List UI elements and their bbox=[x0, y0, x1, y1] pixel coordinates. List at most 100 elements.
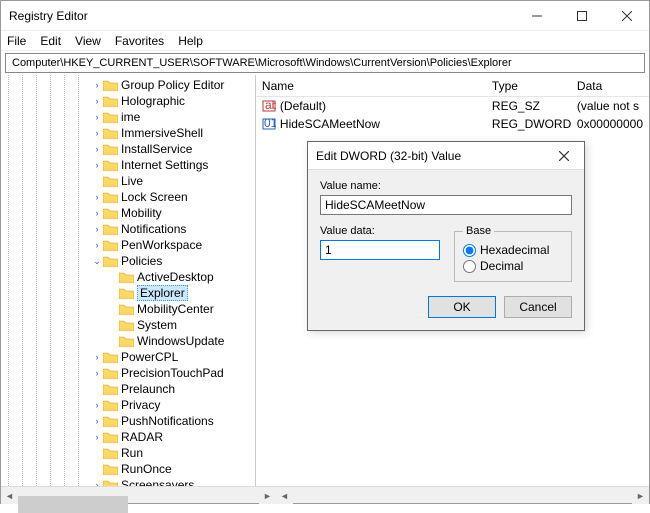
list-row[interactable]: ab(Default)REG_SZ(value not s bbox=[256, 97, 649, 115]
tree-item[interactable]: System bbox=[91, 317, 255, 333]
list-row[interactable]: 011HideSCAMeetNowREG_DWORD0x00000000 bbox=[256, 115, 649, 133]
menu-view[interactable]: View bbox=[75, 34, 101, 48]
menu-edit[interactable]: Edit bbox=[40, 34, 61, 48]
folder-icon bbox=[103, 223, 118, 235]
expand-icon[interactable]: › bbox=[91, 224, 103, 234]
radio-hex[interactable]: Hexadecimal bbox=[463, 243, 563, 257]
tree-item-label: PushNotifications bbox=[121, 414, 214, 428]
menu-help[interactable]: Help bbox=[178, 34, 203, 48]
base-legend: Base bbox=[463, 225, 494, 237]
tree-item-label: Notifications bbox=[121, 222, 186, 236]
tree-item[interactable]: RunOnce bbox=[91, 461, 255, 477]
maximize-button[interactable] bbox=[559, 1, 604, 31]
tree-item[interactable]: WindowsUpdate bbox=[91, 333, 255, 349]
folder-icon bbox=[103, 175, 118, 187]
tree-item[interactable]: › Mobility bbox=[91, 205, 255, 221]
tree-item[interactable]: › PowerCPL bbox=[91, 349, 255, 365]
dialog-title: Edit DWORD (32-bit) Value bbox=[316, 149, 552, 163]
radio-dec[interactable]: Decimal bbox=[463, 259, 563, 273]
folder-icon bbox=[103, 463, 118, 475]
expand-icon[interactable]: › bbox=[91, 144, 103, 154]
expand-icon[interactable]: › bbox=[91, 480, 103, 486]
tree-item[interactable]: › RADAR bbox=[91, 429, 255, 445]
menu-favorites[interactable]: Favorites bbox=[115, 34, 164, 48]
tree-item[interactable]: › Notifications bbox=[91, 221, 255, 237]
dialog-edit-dword: Edit DWORD (32-bit) Value Value name: Va… bbox=[307, 141, 585, 331]
ok-button[interactable]: OK bbox=[428, 296, 496, 318]
tree-item-label: Policies bbox=[121, 254, 162, 268]
tree-item-label: ime bbox=[121, 110, 140, 124]
expand-icon[interactable]: › bbox=[91, 352, 103, 362]
expand-icon[interactable]: › bbox=[91, 400, 103, 410]
tree-item[interactable]: ›Screensavers bbox=[91, 477, 255, 486]
tree-item-label: Lock Screen bbox=[121, 190, 188, 204]
tree-item[interactable]: › ime bbox=[91, 109, 255, 125]
tree-item-label: Run bbox=[121, 446, 143, 460]
expand-icon[interactable]: › bbox=[91, 96, 103, 106]
folder-icon bbox=[119, 303, 134, 315]
tree-item-label: Mobility bbox=[121, 206, 162, 220]
tree-item-label: PowerCPL bbox=[121, 350, 178, 364]
expand-icon[interactable]: › bbox=[91, 128, 103, 138]
col-data[interactable]: Data bbox=[571, 79, 649, 93]
tree-item[interactable]: › ImmersiveShell bbox=[91, 125, 255, 141]
expand-icon[interactable]: › bbox=[91, 416, 103, 426]
value-data-input[interactable] bbox=[320, 240, 440, 260]
tree-item[interactable]: ›Internet Settings bbox=[91, 157, 255, 173]
tree-item[interactable]: Explorer bbox=[91, 285, 255, 301]
folder-icon bbox=[103, 351, 118, 363]
tree-item-label: RADAR bbox=[121, 430, 163, 444]
scroll-right-button[interactable]: ► bbox=[259, 487, 276, 504]
tree-item[interactable]: ›Group Policy Editor bbox=[91, 77, 255, 93]
value-type: REG_SZ bbox=[486, 99, 571, 113]
expand-icon[interactable]: › bbox=[91, 80, 103, 90]
folder-icon bbox=[103, 383, 118, 395]
tree-item[interactable]: ⌄ Policies bbox=[91, 253, 255, 269]
scroll-left-button[interactable]: ◄ bbox=[276, 487, 293, 504]
folder-icon bbox=[119, 335, 134, 347]
expand-icon[interactable]: › bbox=[91, 240, 103, 250]
expand-icon[interactable]: › bbox=[91, 192, 103, 202]
tree-item[interactable]: › Lock Screen bbox=[91, 189, 255, 205]
tree-item[interactable]: Prelaunch bbox=[91, 381, 255, 397]
minimize-button[interactable] bbox=[514, 1, 559, 31]
dword-value-icon: 011 bbox=[262, 117, 276, 131]
expand-icon[interactable]: › bbox=[91, 432, 103, 442]
tree-item-label: Holographic bbox=[121, 94, 185, 108]
dialog-close-button[interactable] bbox=[552, 144, 576, 168]
scroll-right-button[interactable]: ► bbox=[632, 487, 649, 504]
expand-icon[interactable]: › bbox=[91, 160, 103, 170]
scroll-left-button[interactable]: ◄ bbox=[1, 487, 18, 504]
string-value-icon: ab bbox=[262, 99, 276, 113]
tree-item[interactable]: › Holographic bbox=[91, 93, 255, 109]
scroll-thumb[interactable] bbox=[18, 496, 128, 513]
cancel-button[interactable]: Cancel bbox=[504, 296, 572, 318]
menu-file[interactable]: File bbox=[7, 34, 26, 48]
tree-item[interactable]: › PrecisionTouchPad bbox=[91, 365, 255, 381]
radio-dec-input[interactable] bbox=[463, 260, 476, 273]
tree-item[interactable]: ›Privacy bbox=[91, 397, 255, 413]
expand-icon[interactable]: › bbox=[91, 112, 103, 122]
expand-icon[interactable]: › bbox=[91, 208, 103, 218]
close-button[interactable] bbox=[604, 1, 649, 31]
radio-hex-input[interactable] bbox=[463, 244, 476, 257]
tree-item[interactable]: ›InstallService bbox=[91, 141, 255, 157]
value-name-input[interactable] bbox=[320, 195, 572, 215]
tree-item[interactable]: Run bbox=[91, 445, 255, 461]
tree-item-label: PrecisionTouchPad bbox=[121, 366, 224, 380]
expand-icon[interactable]: › bbox=[91, 368, 103, 378]
tree-item[interactable]: › PushNotifications bbox=[91, 413, 255, 429]
tree-item[interactable]: ›PenWorkspace bbox=[91, 237, 255, 253]
tree-item[interactable]: ActiveDesktop bbox=[91, 269, 255, 285]
tree-item[interactable]: MobilityCenter bbox=[91, 301, 255, 317]
expand-icon[interactable]: ⌄ bbox=[91, 256, 103, 267]
value-type: REG_DWORD bbox=[486, 117, 571, 131]
tree-item-label: ImmersiveShell bbox=[121, 126, 203, 140]
titlebar: Registry Editor bbox=[1, 1, 649, 31]
col-name[interactable]: Name bbox=[256, 79, 486, 93]
folder-icon bbox=[103, 191, 118, 203]
addressbar[interactable]: Computer\HKEY_CURRENT_USER\SOFTWARE\Micr… bbox=[5, 53, 645, 73]
col-type[interactable]: Type bbox=[486, 79, 571, 93]
svg-text:ab: ab bbox=[265, 99, 276, 112]
tree-item[interactable]: Live bbox=[91, 173, 255, 189]
